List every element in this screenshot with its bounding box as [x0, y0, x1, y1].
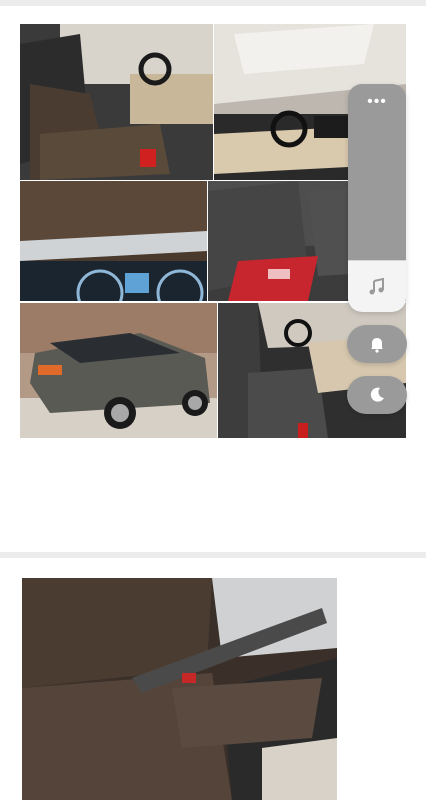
panel-menu-area[interactable]: ••• [348, 84, 406, 260]
photo-seat-cover-closeup[interactable] [20, 181, 207, 301]
bell-icon [371, 338, 383, 353]
photo-exterior-rear[interactable] [20, 303, 217, 438]
section-divider [0, 552, 426, 558]
music-note-icon [369, 278, 384, 295]
top-divider [0, 0, 426, 6]
music-button[interactable] [348, 260, 406, 312]
floating-control-panel: ••• [348, 84, 406, 312]
photo-seat-cover-large[interactable] [22, 578, 337, 800]
photo-interior-dashboard-side[interactable] [218, 303, 406, 438]
dark-mode-button[interactable] [347, 376, 407, 414]
notification-button[interactable] [347, 325, 407, 363]
photo-interior-front-seats[interactable] [20, 24, 213, 180]
more-options-icon[interactable]: ••• [367, 94, 387, 260]
moon-icon [370, 387, 384, 402]
